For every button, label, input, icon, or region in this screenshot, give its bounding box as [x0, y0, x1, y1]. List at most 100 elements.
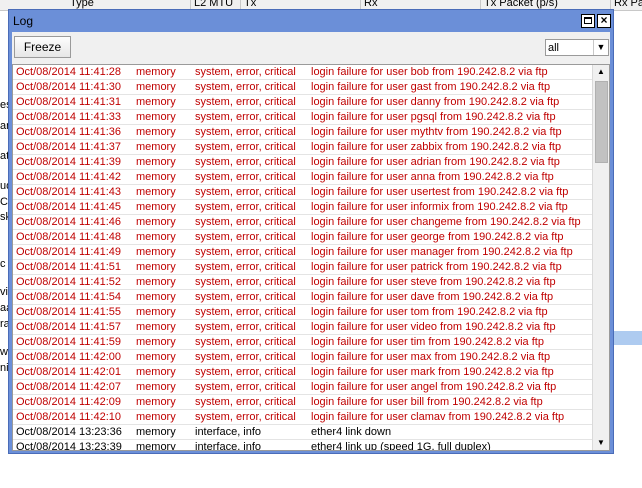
bg-col-l2mtu: L2 MTU: [194, 0, 234, 9]
log-entry-row[interactable]: Oct/08/2014 13:23:36 memory interface, inf…: [13, 425, 593, 440]
bg-fragment: ni: [0, 362, 8, 374]
log-message: login failure for user mythtv from 190.2…: [311, 126, 562, 138]
log-tags: system, error, critical: [195, 321, 296, 333]
log-time: Oct/08/2014 13:23:39: [16, 441, 122, 451]
log-topic: memory: [136, 66, 176, 78]
log-topic: memory: [136, 291, 176, 303]
log-entry-row[interactable]: Oct/08/2014 11:41:45 memory system, error,…: [13, 200, 593, 215]
log-entry-row[interactable]: Oct/08/2014 11:41:37 memory system, error,…: [13, 140, 593, 155]
log-tags: system, error, critical: [195, 351, 296, 363]
log-time: Oct/08/2014 11:41:37: [16, 141, 121, 153]
log-entry-row[interactable]: Oct/08/2014 11:42:00 memory system, error,…: [13, 350, 593, 365]
log-entry-row[interactable]: Oct/08/2014 11:42:10 memory system, error,…: [13, 410, 593, 425]
log-tags: system, error, critical: [195, 276, 296, 288]
log-message: login failure for user bill from 190.242…: [311, 396, 543, 408]
close-icon[interactable]: ×: [597, 14, 611, 28]
bg-fragment: es: [0, 99, 8, 111]
log-message: login failure for user anna from 190.242…: [311, 171, 554, 183]
log-entry-row[interactable]: Oct/08/2014 13:23:39 memory interface, inf…: [13, 440, 593, 451]
arrow-down-icon[interactable]: ▼: [594, 436, 608, 450]
log-topic: memory: [136, 441, 176, 451]
log-time: Oct/08/2014 11:42:07: [16, 381, 121, 393]
log-time: Oct/08/2014 11:41:52: [16, 276, 121, 288]
log-entry-row[interactable]: Oct/08/2014 11:41:33 memory system, error,…: [13, 110, 593, 125]
log-message: login failure for user tom from 190.242.…: [311, 306, 548, 318]
log-topic: memory: [136, 261, 176, 273]
bg-col-tx: Tx: [244, 0, 257, 9]
chevron-down-icon[interactable]: ▼: [593, 40, 608, 55]
log-tags: interface, info: [195, 441, 262, 451]
log-entry-row[interactable]: Oct/08/2014 11:41:49 memory system, error,…: [13, 245, 593, 260]
log-time: Oct/08/2014 11:41:31: [16, 96, 121, 108]
log-topic: memory: [136, 396, 176, 408]
log-entry-row[interactable]: Oct/08/2014 11:41:39 memory system, error,…: [13, 155, 593, 170]
scrollbar-thumb[interactable]: [595, 81, 608, 163]
log-message: login failure for user tim from 190.242.…: [311, 336, 544, 348]
log-topic: memory: [136, 126, 176, 138]
log-tags: system, error, critical: [195, 141, 296, 153]
log-tags: system, error, critical: [195, 411, 296, 423]
log-entry-row[interactable]: Oct/08/2014 11:41:31 memory system, error,…: [13, 95, 593, 110]
log-entry-row[interactable]: Oct/08/2014 11:41:54 memory system, error,…: [13, 290, 593, 305]
log-tags: system, error, critical: [195, 201, 296, 213]
log-entry-row[interactable]: Oct/08/2014 11:42:09 memory system, error,…: [13, 395, 593, 410]
log-message: login failure for user bob from 190.242.…: [311, 66, 548, 78]
log-time: Oct/08/2014 11:42:00: [16, 351, 121, 363]
log-time: Oct/08/2014 11:41:49: [16, 246, 121, 258]
arrow-up-icon[interactable]: ▲: [594, 65, 608, 79]
log-entry-row[interactable]: Oct/08/2014 11:42:07 memory system, error,…: [13, 380, 593, 395]
log-tags: system, error, critical: [195, 156, 296, 168]
log-tags: system, error, critical: [195, 126, 296, 138]
background-selected-row[interactable]: [612, 331, 642, 345]
bg-fragment: ar: [0, 120, 8, 132]
vertical-scrollbar[interactable]: ▲ ▼: [592, 65, 609, 450]
log-filter-select[interactable]: all ▼: [545, 39, 609, 56]
log-entry-row[interactable]: Oct/08/2014 11:41:36 memory system, error,…: [13, 125, 593, 140]
freeze-button[interactable]: Freeze: [14, 36, 71, 58]
log-tags: system, error, critical: [195, 336, 296, 348]
bg-col-rx: Rx: [364, 0, 378, 9]
log-tags: system, error, critical: [195, 381, 296, 393]
log-entry-row[interactable]: Oct/08/2014 11:41:59 memory system, error,…: [13, 335, 593, 350]
log-message: login failure for user usertest from 190…: [311, 186, 569, 198]
log-topic: memory: [136, 351, 176, 363]
bg-fragment: aa: [0, 302, 8, 314]
log-time: Oct/08/2014 11:41:33: [16, 111, 121, 123]
log-topic: memory: [136, 381, 176, 393]
log-message: login failure for user max from 190.242.…: [311, 351, 551, 363]
log-tags: system, error, critical: [195, 186, 296, 198]
log-entry-row[interactable]: Oct/08/2014 11:41:48 memory system, error,…: [13, 230, 593, 245]
maximize-icon[interactable]: [581, 14, 595, 28]
log-message: login failure for user clamav from 190.2…: [311, 411, 565, 423]
log-message: login failure for user george from 190.2…: [311, 231, 564, 243]
log-entry-row[interactable]: Oct/08/2014 11:41:52 memory system, error,…: [13, 275, 593, 290]
log-tags: interface, info: [195, 426, 262, 438]
log-topic: memory: [136, 171, 176, 183]
log-message: login failure for user mark from 190.242…: [311, 366, 554, 378]
log-list[interactable]: Oct/08/2014 11:41:28 memory system, error,…: [12, 64, 610, 451]
log-message: login failure for user angel from 190.24…: [311, 381, 557, 393]
log-tags: system, error, critical: [195, 111, 296, 123]
log-entry-row[interactable]: Oct/08/2014 11:41:51 memory system, error,…: [13, 260, 593, 275]
log-message: login failure for user danny from 190.24…: [311, 96, 560, 108]
log-tags: system, error, critical: [195, 261, 296, 273]
log-time: Oct/08/2014 11:42:10: [16, 411, 121, 423]
log-time: Oct/08/2014 11:41:55: [16, 306, 121, 318]
log-entry-row[interactable]: Oct/08/2014 11:41:55 memory system, error,…: [13, 305, 593, 320]
log-message: login failure for user zabbix from 190.2…: [311, 141, 562, 153]
title-bar[interactable]: Log ×: [9, 10, 613, 32]
bg-fragment: ati: [0, 150, 8, 162]
log-entry-row[interactable]: Oct/08/2014 11:42:01 memory system, error,…: [13, 365, 593, 380]
log-tags: system, error, critical: [195, 246, 296, 258]
log-message: login failure for user steve from 190.24…: [311, 276, 556, 288]
bg-fragment: c: [0, 258, 6, 270]
log-entry-row[interactable]: Oct/08/2014 11:41:42 memory system, error,…: [13, 170, 593, 185]
bg-col-rx-packet: Rx Packet (p/s): [614, 0, 642, 9]
log-entry-row[interactable]: Oct/08/2014 11:41:43 memory system, error,…: [13, 185, 593, 200]
log-message: login failure for user dave from 190.242…: [311, 291, 554, 303]
log-entry-row[interactable]: Oct/08/2014 11:41:30 memory system, error,…: [13, 80, 593, 95]
log-message: login failure for user informix from 190…: [311, 201, 568, 213]
log-entry-row[interactable]: Oct/08/2014 11:41:57 memory system, error,…: [13, 320, 593, 335]
log-entry-row[interactable]: Oct/08/2014 11:41:46 memory system, error,…: [13, 215, 593, 230]
log-entry-row[interactable]: Oct/08/2014 11:41:28 memory system, error,…: [13, 65, 593, 80]
